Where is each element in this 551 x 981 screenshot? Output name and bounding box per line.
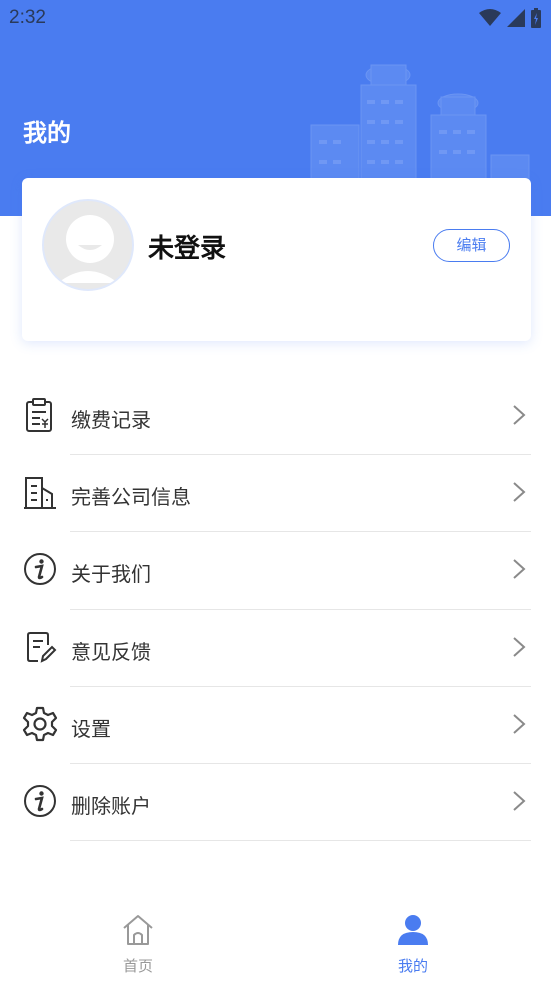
- menu-item-settings[interactable]: 设置: [0, 687, 551, 764]
- building-icon: [24, 477, 56, 510]
- home-icon: [123, 915, 153, 945]
- tab-label: 我的: [397, 957, 428, 975]
- divider: [70, 840, 531, 842]
- info-icon: [24, 784, 56, 817]
- status-icons: [479, 8, 541, 28]
- menu-label: 缴费记录: [71, 408, 151, 432]
- battery-icon: [531, 8, 541, 28]
- default-avatar-icon: [44, 201, 132, 289]
- status-bar: 2:32: [0, 0, 551, 38]
- menu-item-feedback[interactable]: 意见反馈: [0, 610, 551, 687]
- info-icon: [24, 553, 56, 586]
- edit-button[interactable]: 编辑: [433, 229, 510, 262]
- wifi-icon: [479, 9, 501, 26]
- gear-icon: [22, 706, 58, 741]
- menu-label: 意见反馈: [71, 639, 151, 664]
- chevron-right-icon: [513, 559, 526, 580]
- menu-item-about-us[interactable]: 关于我们: [0, 532, 551, 610]
- chevron-right-icon: [513, 791, 526, 811]
- chevron-right-icon: [513, 482, 526, 502]
- menu-item-delete-account[interactable]: 删除账户: [0, 764, 551, 842]
- chevron-right-icon: [513, 636, 526, 657]
- person-icon: [398, 915, 428, 945]
- signal-icon: [507, 9, 525, 27]
- username: 未登录: [148, 234, 227, 264]
- menu-label: 设置: [71, 716, 111, 741]
- menu-item-company-info[interactable]: 完善公司信息: [0, 455, 551, 533]
- chevron-right-icon: [513, 714, 526, 734]
- status-time: 2:32: [9, 7, 46, 28]
- page-title: 我的: [23, 119, 71, 147]
- bottom-tab-bar: 首页 我的: [0, 903, 551, 981]
- payment-record-icon: [26, 398, 52, 432]
- tab-mine[interactable]: 我的: [363, 903, 463, 981]
- menu-list: 缴费记录 完善公司信息 关于我们 意见反馈 设置 删除账户: [0, 378, 551, 842]
- tab-home[interactable]: 首页: [88, 903, 188, 981]
- profile-card[interactable]: 未登录 编辑: [22, 178, 531, 341]
- menu-item-payment-records[interactable]: 缴费记录: [0, 378, 551, 456]
- menu-label: 完善公司信息: [71, 485, 191, 510]
- tab-label: 首页: [122, 957, 153, 975]
- menu-label: 删除账户: [71, 793, 151, 818]
- chevron-right-icon: [513, 405, 526, 425]
- menu-label: 关于我们: [71, 562, 151, 587]
- feedback-icon: [27, 631, 57, 663]
- avatar[interactable]: [42, 199, 134, 291]
